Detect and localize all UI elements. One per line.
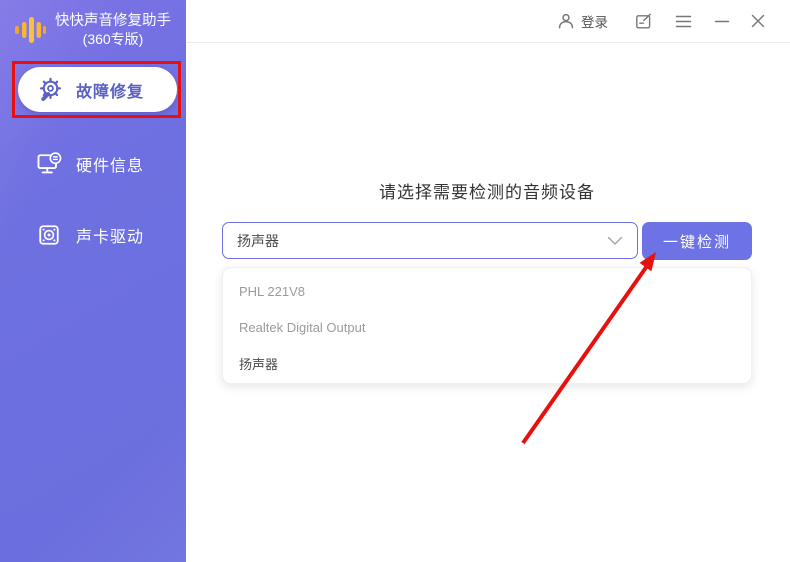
minimize-icon: [714, 20, 730, 23]
main-area: 登录 请选择需要检测的音频设备 扬声器 一键检测 PHL 221V8 Realt…: [186, 0, 790, 562]
login-label: 登录: [581, 15, 608, 30]
device-option[interactable]: Realtek Digital Output: [223, 309, 751, 345]
device-options-dropdown: PHL 221V8 Realtek Digital Output 扬声器: [222, 267, 752, 384]
feedback-icon: [636, 13, 651, 28]
app-title: 快快声音修复助手 (360专版): [46, 9, 180, 48]
menu-button[interactable]: [675, 14, 692, 29]
app-title-line2: (360专版): [82, 31, 144, 47]
device-select-value: 扬声器: [237, 232, 279, 249]
device-select-row: 扬声器 一键检测: [222, 222, 752, 260]
device-select[interactable]: 扬声器: [222, 222, 638, 259]
app-header: 快快声音修复助手 (360专版): [12, 9, 180, 48]
audio-waveform-icon: [15, 17, 46, 43]
menu-icon: [675, 15, 692, 27]
minimize-button[interactable]: [714, 13, 730, 29]
sidebar-item-sound-card-driver[interactable]: 声卡驱动: [0, 212, 186, 258]
close-icon: [751, 14, 765, 28]
sidebar-item-hardware-info[interactable]: 硬件信息: [0, 141, 186, 187]
feedback-button[interactable]: [634, 12, 653, 31]
user-icon: [558, 13, 574, 29]
sidebar-item-label: 声卡驱动: [76, 229, 145, 246]
device-option[interactable]: PHL 221V8: [223, 273, 751, 309]
gear-repair-icon: [39, 77, 62, 101]
sidebar-item-fault-repair[interactable]: 故障修复: [18, 67, 177, 112]
sound-card-icon: [39, 225, 59, 245]
sidebar-item-label: 故障修复: [76, 83, 145, 101]
one-click-detect-button[interactable]: 一键检测: [642, 222, 752, 260]
hardware-info-icon: [37, 152, 62, 174]
sidebar: 快快声音修复助手 (360专版) 故障修复 硬件信息 声卡驱动: [0, 0, 186, 562]
app-title-line1: 快快声音修复助手: [55, 13, 171, 29]
device-option[interactable]: 扬声器: [223, 345, 751, 381]
sidebar-item-label: 硬件信息: [76, 158, 145, 175]
topbar: 登录: [186, 0, 790, 43]
login-button[interactable]: 登录: [557, 11, 608, 31]
chevron-down-icon: [607, 236, 623, 245]
close-button[interactable]: [750, 13, 766, 29]
prompt-text: 请选择需要检测的音频设备: [379, 183, 595, 202]
